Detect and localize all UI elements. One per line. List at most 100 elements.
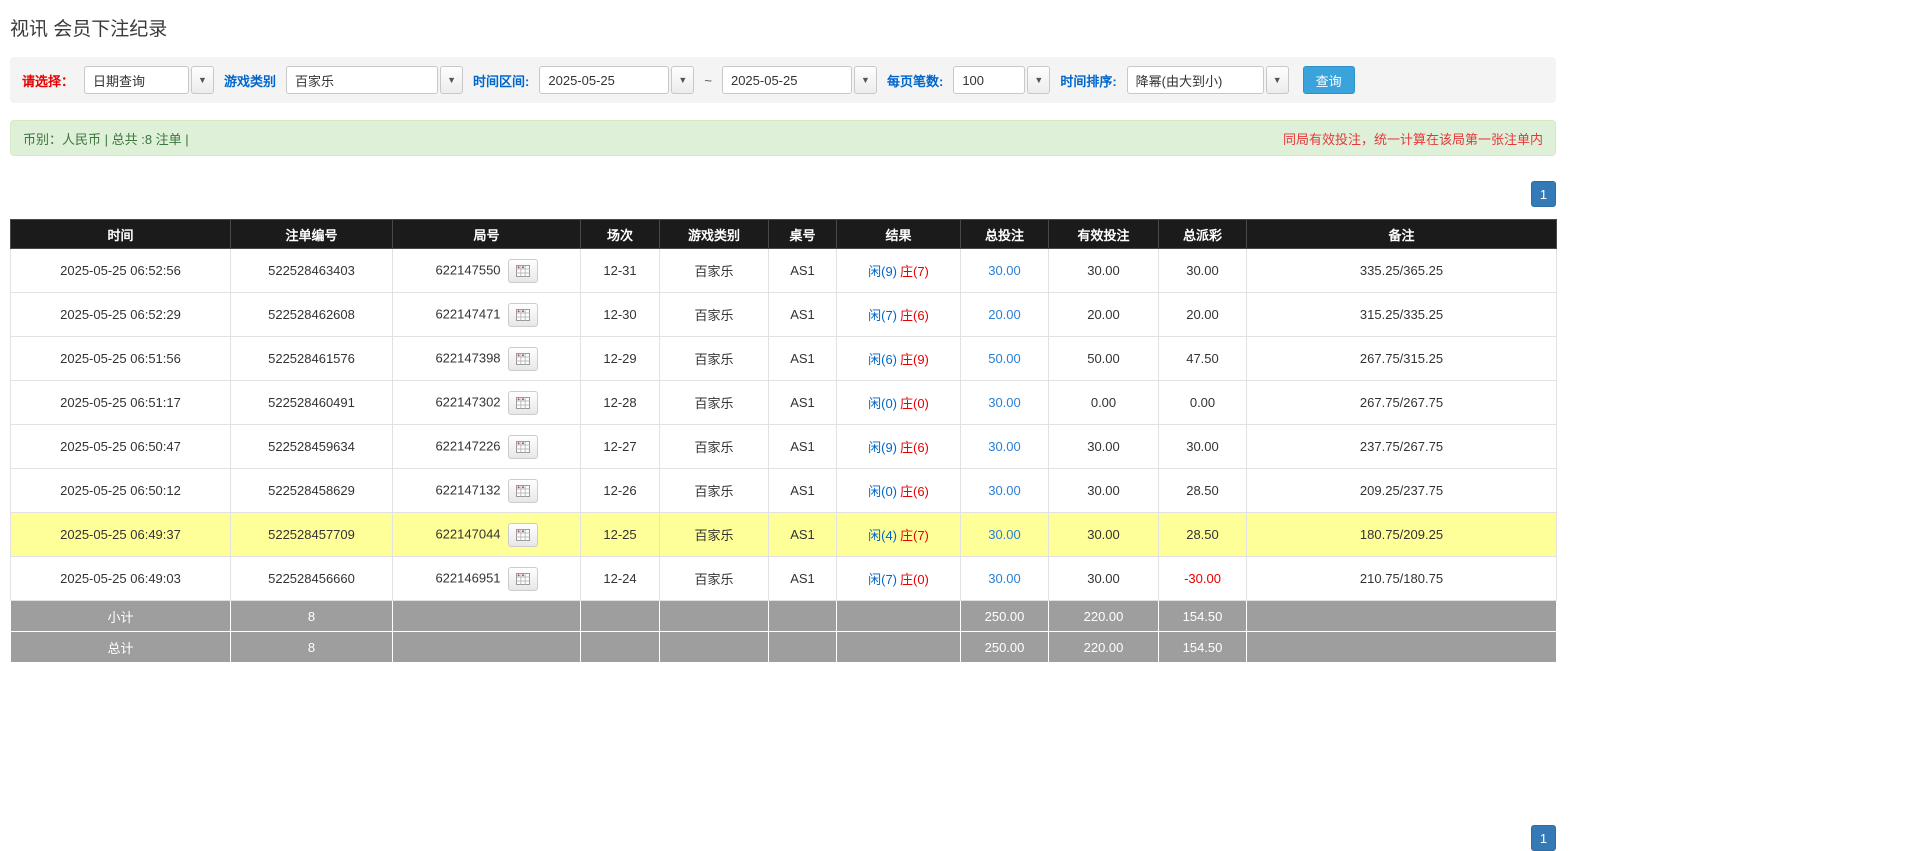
table-header-cell: 游戏类别 [660,220,769,249]
note-cell: 315.25/335.25 [1247,293,1557,337]
roadmap-button[interactable] [508,391,538,415]
valid-bet-cell: 30.00 [1049,469,1159,513]
total-bet-link[interactable]: 30.00 [988,483,1021,498]
bet-id-cell: 522528461576 [231,337,393,381]
table-row: 2025-05-25 06:49:37 522528457709 6221470… [11,513,1557,557]
banker-result: 庄(6) [900,308,929,323]
chevron-down-icon: ▼ [861,76,870,85]
table-no-cell: AS1 [769,249,837,293]
table-header-cell: 注单编号 [231,220,393,249]
page-1-button[interactable]: 1 [1531,181,1556,207]
chevron-down-icon: ▼ [1034,76,1043,85]
bet-id-cell: 522528458629 [231,469,393,513]
sort-order-input[interactable] [1127,66,1264,94]
banker-result: 庄(6) [900,484,929,499]
game-type-input[interactable] [286,66,438,94]
summary-bar: 币别：人民币 | 总共 :8 注单 | 同局有效投注，统一计算在该局第一张注单内 [10,120,1556,156]
date-to-input[interactable] [722,66,852,94]
note-cell: 180.75/209.25 [1247,513,1557,557]
result-cell: 闲(9)庄(6) [837,425,961,469]
table-row: 2025-05-25 06:49:03 522528456660 6221469… [11,557,1557,601]
payout-cell: 28.50 [1159,469,1247,513]
page-title: 视讯 会员下注纪录 [10,14,1556,41]
round-cell: 622147550 [393,249,581,293]
game-type-cell: 百家乐 [660,513,769,557]
roadmap-button[interactable] [508,347,538,371]
result-cell: 闲(9)庄(7) [837,249,961,293]
game-type-cell: 百家乐 [660,557,769,601]
game-type-cell: 百家乐 [660,337,769,381]
total-row: 总计 8 250.00 220.00 154.50 [11,632,1557,663]
payout-cell: 30.00 [1159,249,1247,293]
total-bet-link[interactable]: 30.00 [988,527,1021,542]
banker-result: 庄(7) [900,264,929,279]
subtotal-payout: 154.50 [1159,601,1247,632]
session-cell: 12-29 [581,337,660,381]
table-no-cell: AS1 [769,557,837,601]
total-bet-link[interactable]: 30.00 [988,395,1021,410]
page-size-dropdown-button[interactable]: ▼ [1027,66,1050,94]
payout-cell: 30.00 [1159,425,1247,469]
banker-result: 庄(0) [900,396,929,411]
summary-currency-count: 币别：人民币 | 总共 :8 注单 | [23,129,189,148]
roadmap-button[interactable] [508,479,538,503]
total-bet-link[interactable]: 20.00 [988,307,1021,322]
roadmap-icon [516,573,530,585]
roadmap-button[interactable] [508,523,538,547]
game-type-dropdown-button[interactable]: ▼ [440,66,463,94]
roadmap-button[interactable] [508,303,538,327]
total-bet-cell: 30.00 [961,513,1049,557]
game-type-cell: 百家乐 [660,469,769,513]
page-size-select: ▼ [953,66,1050,94]
payout-cell: -30.00 [1159,557,1247,601]
player-result: 闲(9) [868,440,897,455]
table-header-row: 时间注单编号局号场次游戏类别桌号结果总投注有效投注总派彩备注 [11,220,1557,249]
date-from-input[interactable] [539,66,669,94]
valid-bet-cell: 30.00 [1049,249,1159,293]
chevron-down-icon: ▼ [1273,76,1282,85]
round-id: 622147302 [435,394,500,409]
round-id: 622147398 [435,350,500,365]
note-cell: 209.25/237.75 [1247,469,1557,513]
query-type-label: 请选择： [22,71,74,90]
table-header-cell: 有效投注 [1049,220,1159,249]
subtotal-valid-bet: 220.00 [1049,601,1159,632]
subtotal-row: 小计 8 250.00 220.00 154.50 [11,601,1557,632]
total-label: 总计 [11,632,231,663]
roadmap-button[interactable] [508,259,538,283]
date-from-dropdown-button[interactable]: ▼ [671,66,694,94]
round-cell: 622146951 [393,557,581,601]
game-type-cell: 百家乐 [660,249,769,293]
bet-id-cell: 522528463403 [231,249,393,293]
query-type-input[interactable] [84,66,189,94]
total-bet-link[interactable]: 30.00 [988,439,1021,454]
time-cell: 2025-05-25 06:50:47 [11,425,231,469]
roadmap-icon [516,441,530,453]
page-size-input[interactable] [953,66,1025,94]
search-button[interactable]: 查询 [1303,66,1355,94]
table-row: 2025-05-25 06:52:56 522528463403 6221475… [11,249,1557,293]
total-bet-link[interactable]: 30.00 [988,263,1021,278]
total-bet-link[interactable]: 30.00 [988,571,1021,586]
date-from-select: ▼ [539,66,694,94]
date-to-dropdown-button[interactable]: ▼ [854,66,877,94]
sort-order-dropdown-button[interactable]: ▼ [1266,66,1289,94]
roadmap-icon [516,353,530,365]
game-type-select: ▼ [286,66,463,94]
filter-bar: 请选择： ▼ 游戏类别 ▼ 时间区间: ▼ ~ ▼ 每页笔数: ▼ 时间排序: … [10,57,1556,103]
table-header-cell: 备注 [1247,220,1557,249]
query-type-dropdown-button[interactable]: ▼ [191,66,214,94]
total-valid-bet: 220.00 [1049,632,1159,663]
round-cell: 622147226 [393,425,581,469]
valid-bet-cell: 30.00 [1049,425,1159,469]
date-to-select: ▼ [722,66,877,94]
result-cell: 闲(7)庄(0) [837,557,961,601]
roadmap-button[interactable] [508,435,538,459]
table-row: 2025-05-25 06:50:47 522528459634 6221472… [11,425,1557,469]
player-result: 闲(7) [868,572,897,587]
page-1-button-bottom[interactable]: 1 [1531,825,1556,851]
player-result: 闲(0) [868,396,897,411]
roadmap-button[interactable] [508,567,538,591]
total-bet-link[interactable]: 50.00 [988,351,1021,366]
payout-cell: 0.00 [1159,381,1247,425]
